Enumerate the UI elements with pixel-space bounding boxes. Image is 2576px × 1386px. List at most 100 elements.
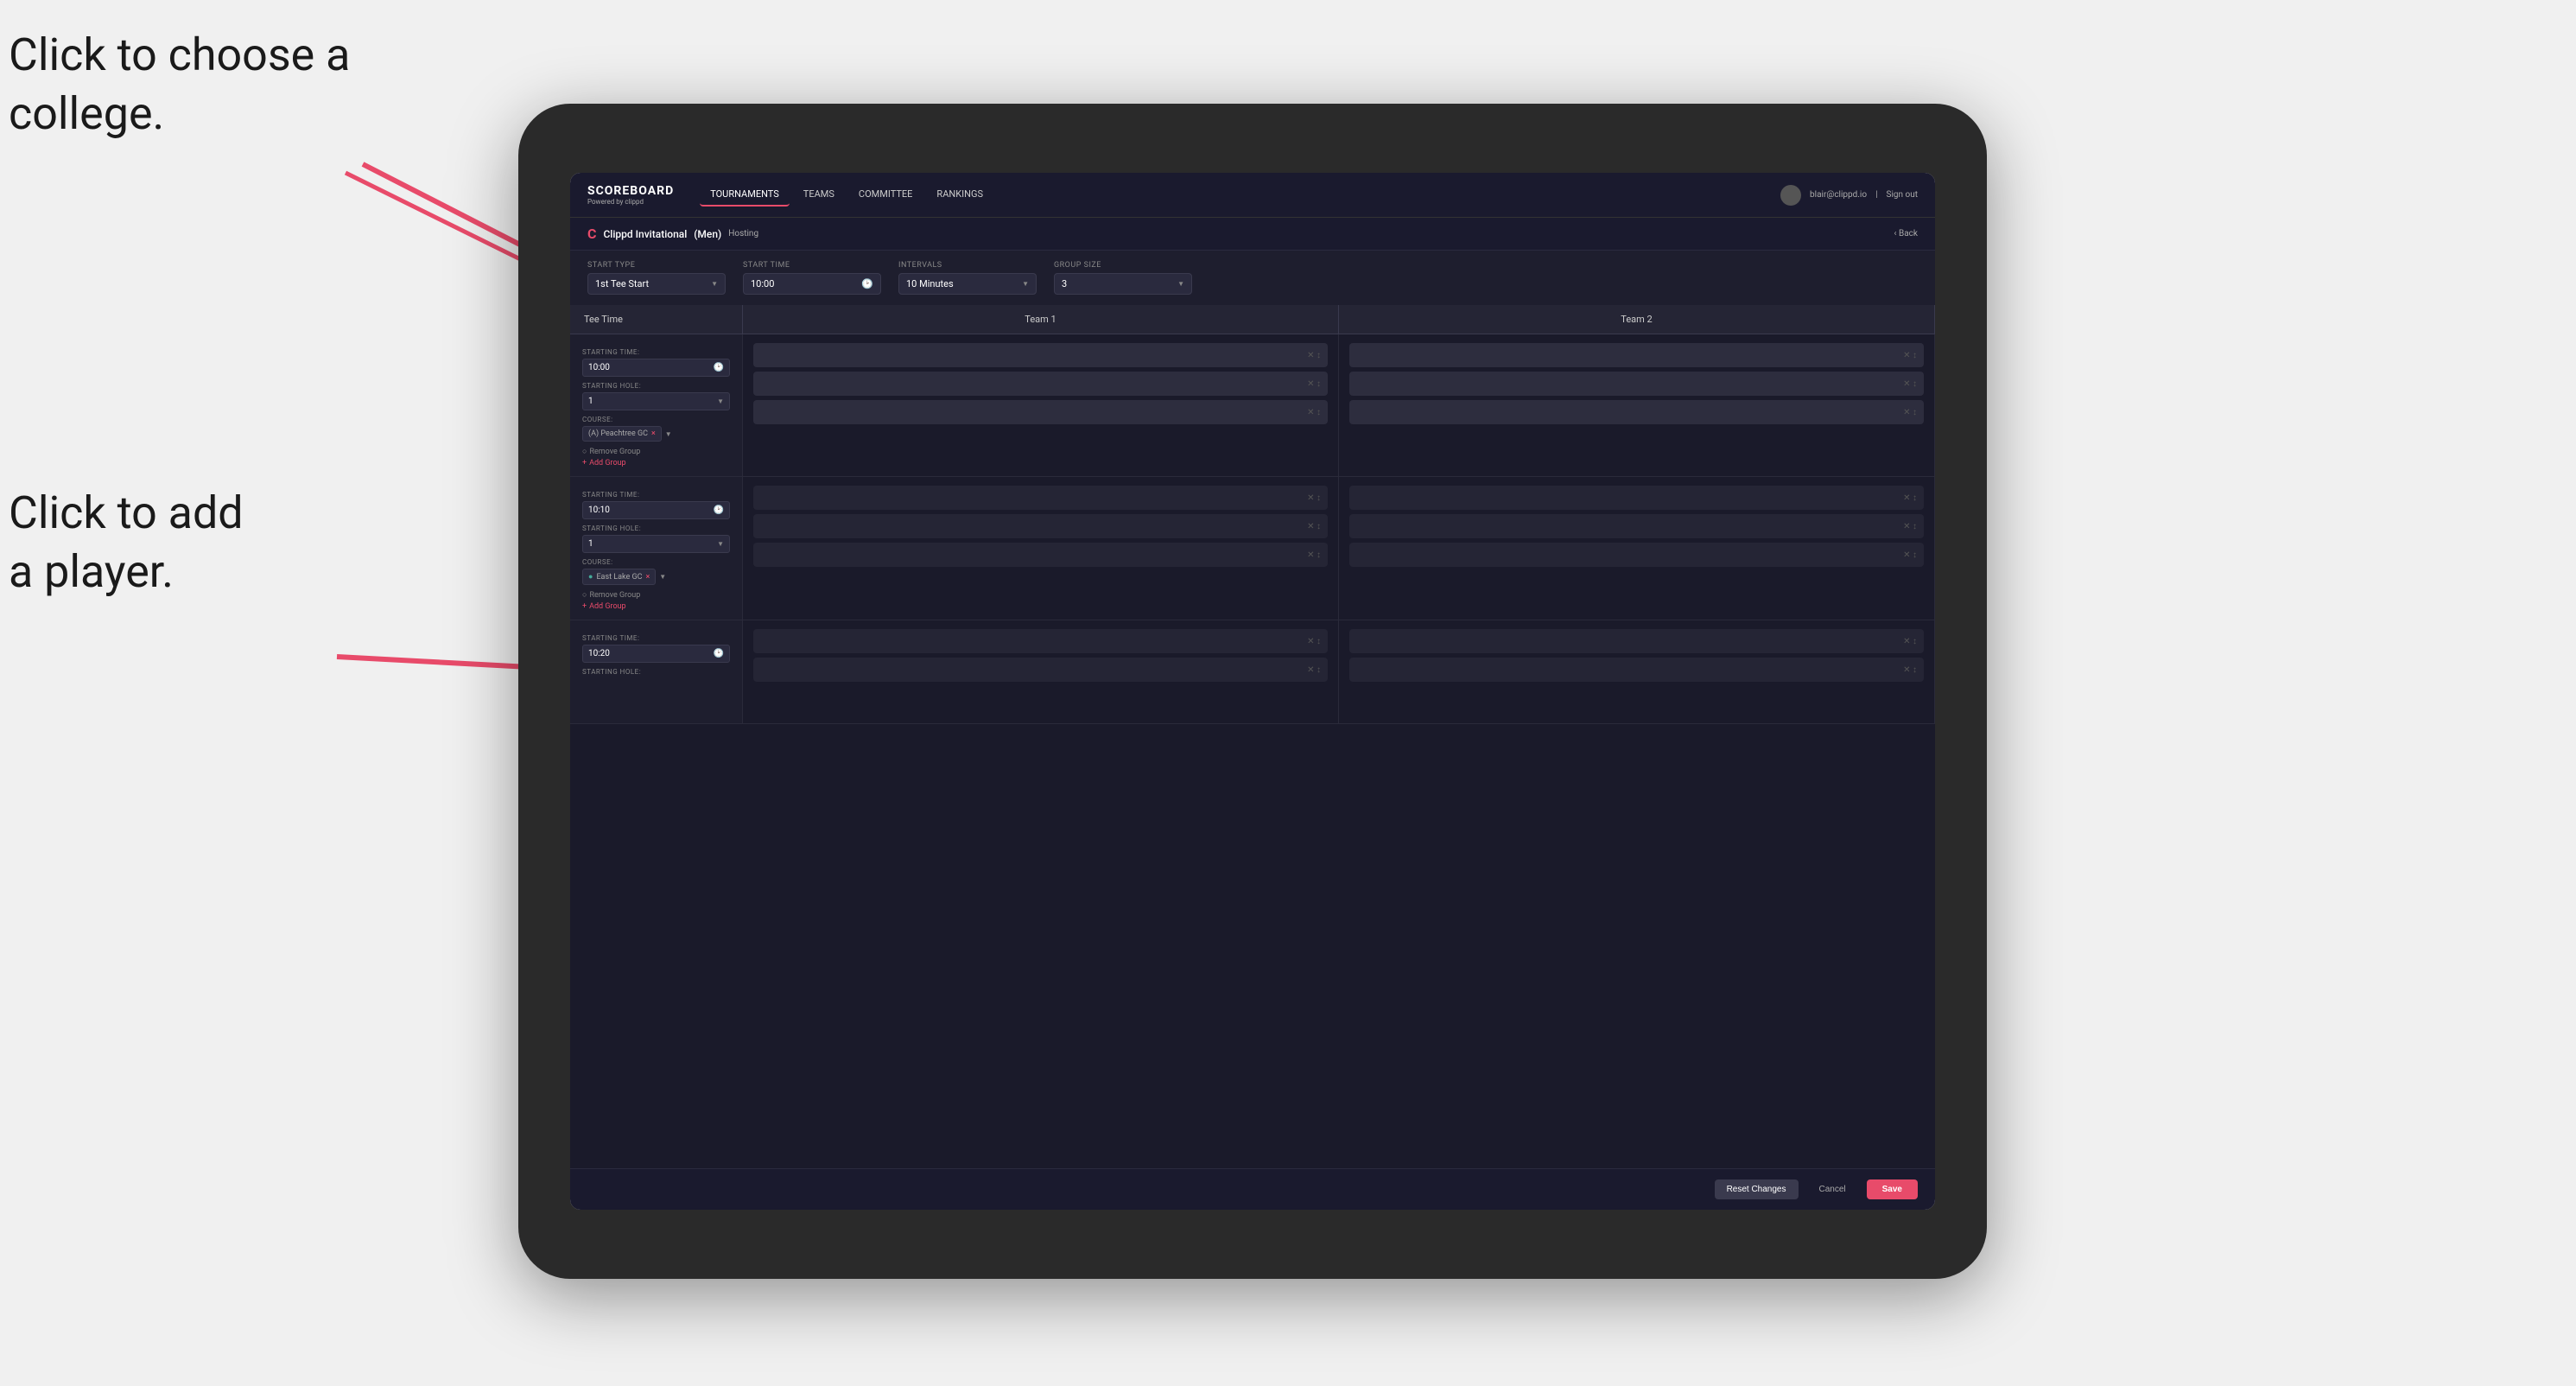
intervals-group: Intervals 10 Minutes ▼ <box>898 261 1037 295</box>
chevron-down-icon-3: ▼ <box>1177 280 1184 288</box>
slot-icons-2-2: ✕ ↕ <box>1903 379 1917 389</box>
logo-subtext: Powered by clippd <box>587 198 674 206</box>
team2-cell-2: ✕ ↕ ✕ ↕ ✕ ↕ <box>1339 477 1935 620</box>
team1-cell-1: ✕ ↕ ✕ ↕ ✕ ↕ <box>743 334 1339 476</box>
team2-cell-3: ✕ ↕ ✕ ↕ <box>1339 620 1935 723</box>
annotation-choose-college: Click to choose a college. <box>9 26 350 143</box>
group-size-select[interactable]: 3 ▼ <box>1054 273 1192 295</box>
remove-group-2[interactable]: ○ Remove Group <box>582 590 730 600</box>
clock-icon-1: 🕑 <box>714 363 724 372</box>
app-header: SCOREBOARD Powered by clippd TOURNAMENTS… <box>570 173 1935 218</box>
group-2-left: STARTING TIME: 10:10 🕑 STARTING HOLE: 1 … <box>570 477 743 620</box>
logo-text: SCOREBOARD <box>587 184 674 198</box>
player-slot-1-1[interactable]: ✕ ↕ <box>753 343 1328 367</box>
start-type-select[interactable]: 1st Tee Start ▼ <box>587 273 726 295</box>
settings-bar: Start Type 1st Tee Start ▼ Start Time 10… <box>570 251 1935 305</box>
course-tag-area-1: (A) Peachtree GC × ▼ <box>582 426 730 442</box>
starting-hole-input-2[interactable]: 1 ▼ <box>582 535 730 553</box>
app-footer: Reset Changes Cancel Save <box>570 1168 1935 1210</box>
slot-icons-5-2: ✕ ↕ <box>1307 665 1321 675</box>
player-slot-4-2[interactable]: ✕ ↕ <box>1349 514 1924 538</box>
nav-teams[interactable]: TEAMS <box>793 183 845 207</box>
player-slot-3-3[interactable]: ✕ ↕ <box>753 543 1328 567</box>
sub-header: C Clippd Invitational (Men) Hosting ‹ Ba… <box>570 218 1935 251</box>
nav-tournaments[interactable]: TOURNAMENTS <box>700 183 790 207</box>
starting-hole-label-3: STARTING HOLE: <box>582 668 730 676</box>
team2-cell-1: ✕ ↕ ✕ ↕ ✕ ↕ <box>1339 334 1935 476</box>
header-right: blair@clippd.io | Sign out <box>1780 185 1918 206</box>
nav-items: TOURNAMENTS TEAMS COMMITTEE RANKINGS <box>700 183 1780 207</box>
reset-changes-button[interactable]: Reset Changes <box>1715 1179 1799 1199</box>
slot-icons-4-3: ✕ ↕ <box>1903 550 1917 560</box>
slot-icons-2-3: ✕ ↕ <box>1903 408 1917 417</box>
clock-icon-3: 🕑 <box>714 649 724 658</box>
slot-icons-4-1: ✕ ↕ <box>1903 493 1917 503</box>
slot-icons-2-1: ✕ ↕ <box>1903 351 1917 360</box>
add-group-1[interactable]: + Add Group <box>582 459 730 467</box>
slot-icons-1-2: ✕ ↕ <box>1307 379 1321 389</box>
slot-icons-5-1: ✕ ↕ <box>1307 637 1321 646</box>
separator: | <box>1875 190 1877 200</box>
player-slot-5-2[interactable]: ✕ ↕ <box>753 658 1328 682</box>
player-slot-2-3[interactable]: ✕ ↕ <box>1349 400 1924 424</box>
intervals-select[interactable]: 10 Minutes ▼ <box>898 273 1037 295</box>
team1-cell-3: ✕ ↕ ✕ ↕ <box>743 620 1339 723</box>
group-size-group: Group Size 3 ▼ <box>1054 261 1192 295</box>
slot-icons-6-2: ✕ ↕ <box>1903 665 1917 675</box>
group-3-left: STARTING TIME: 10:20 🕑 STARTING HOLE: <box>570 620 743 723</box>
player-slot-3-1[interactable]: ✕ ↕ <box>753 486 1328 510</box>
course-label-1: COURSE: <box>582 416 730 423</box>
player-slot-1-2[interactable]: ✕ ↕ <box>753 372 1328 396</box>
chevron-down-icon: ▼ <box>711 280 718 288</box>
starting-time-input-1[interactable]: 10:00 🕑 <box>582 359 730 377</box>
starting-time-input-2[interactable]: 10:10 🕑 <box>582 501 730 519</box>
player-slot-6-1[interactable]: ✕ ↕ <box>1349 629 1924 653</box>
starting-time-label-3: STARTING TIME: <box>582 634 730 642</box>
group-row-3: STARTING TIME: 10:20 🕑 STARTING HOLE: ✕ … <box>570 620 1935 724</box>
th-team2: Team 2 <box>1339 305 1935 334</box>
save-button[interactable]: Save <box>1867 1179 1918 1199</box>
th-team1: Team 1 <box>743 305 1339 334</box>
player-slot-4-3[interactable]: ✕ ↕ <box>1349 543 1924 567</box>
team1-cell-2: ✕ ↕ ✕ ↕ ✕ ↕ <box>743 477 1339 620</box>
player-slot-2-1[interactable]: ✕ ↕ <box>1349 343 1924 367</box>
starting-time-input-3[interactable]: 10:20 🕑 <box>582 645 730 663</box>
intervals-label: Intervals <box>898 261 1037 270</box>
remove-group-1[interactable]: ○ Remove Group <box>582 447 730 456</box>
starting-hole-label-2: STARTING HOLE: <box>582 525 730 532</box>
main-content[interactable]: STARTING TIME: 10:00 🕑 STARTING HOLE: 1 … <box>570 334 1935 1168</box>
slot-icons-6-1: ✕ ↕ <box>1903 637 1917 646</box>
player-slot-1-3[interactable]: ✕ ↕ <box>753 400 1328 424</box>
clock-icon: 🕑 <box>861 278 873 289</box>
player-slot-6-2[interactable]: ✕ ↕ <box>1349 658 1924 682</box>
course-tag-1[interactable]: (A) Peachtree GC × <box>582 426 662 442</box>
starting-time-label-1: STARTING TIME: <box>582 348 730 356</box>
th-tee-time: Tee Time <box>570 305 743 334</box>
player-slot-4-1[interactable]: ✕ ↕ <box>1349 486 1924 510</box>
group-row-2: STARTING TIME: 10:10 🕑 STARTING HOLE: 1 … <box>570 477 1935 620</box>
course-tag-area-2: ● East Lake GC × ▼ <box>582 569 730 585</box>
nav-rankings[interactable]: RANKINGS <box>926 183 993 207</box>
tablet-screen: SCOREBOARD Powered by clippd TOURNAMENTS… <box>570 173 1935 1210</box>
player-slot-3-2[interactable]: ✕ ↕ <box>753 514 1328 538</box>
slot-icons-3-1: ✕ ↕ <box>1307 493 1321 503</box>
back-button[interactable]: ‹ Back <box>1894 229 1918 238</box>
cancel-button[interactable]: Cancel <box>1807 1179 1858 1199</box>
course-tag-2[interactable]: ● East Lake GC × <box>582 569 656 585</box>
start-time-input[interactable]: 10:00 🕑 <box>743 273 881 295</box>
add-group-2[interactable]: + Add Group <box>582 602 730 611</box>
starting-hole-label-1: STARTING HOLE: <box>582 382 730 390</box>
start-type-group: Start Type 1st Tee Start ▼ <box>587 261 726 295</box>
slot-icons-3-3: ✕ ↕ <box>1307 550 1321 560</box>
group-1-left: STARTING TIME: 10:00 🕑 STARTING HOLE: 1 … <box>570 334 743 476</box>
sign-out-link[interactable]: Sign out <box>1887 190 1918 200</box>
slot-icons-4-2: ✕ ↕ <box>1903 522 1917 531</box>
player-slot-2-2[interactable]: ✕ ↕ <box>1349 372 1924 396</box>
starting-time-label-2: STARTING TIME: <box>582 491 730 499</box>
player-slot-5-1[interactable]: ✕ ↕ <box>753 629 1328 653</box>
nav-committee[interactable]: COMMITTEE <box>848 183 923 207</box>
starting-hole-input-1[interactable]: 1 ▼ <box>582 392 730 410</box>
group-size-label: Group Size <box>1054 261 1192 270</box>
tablet-frame: SCOREBOARD Powered by clippd TOURNAMENTS… <box>518 104 1987 1279</box>
slot-icons-1-1: ✕ ↕ <box>1307 351 1321 360</box>
